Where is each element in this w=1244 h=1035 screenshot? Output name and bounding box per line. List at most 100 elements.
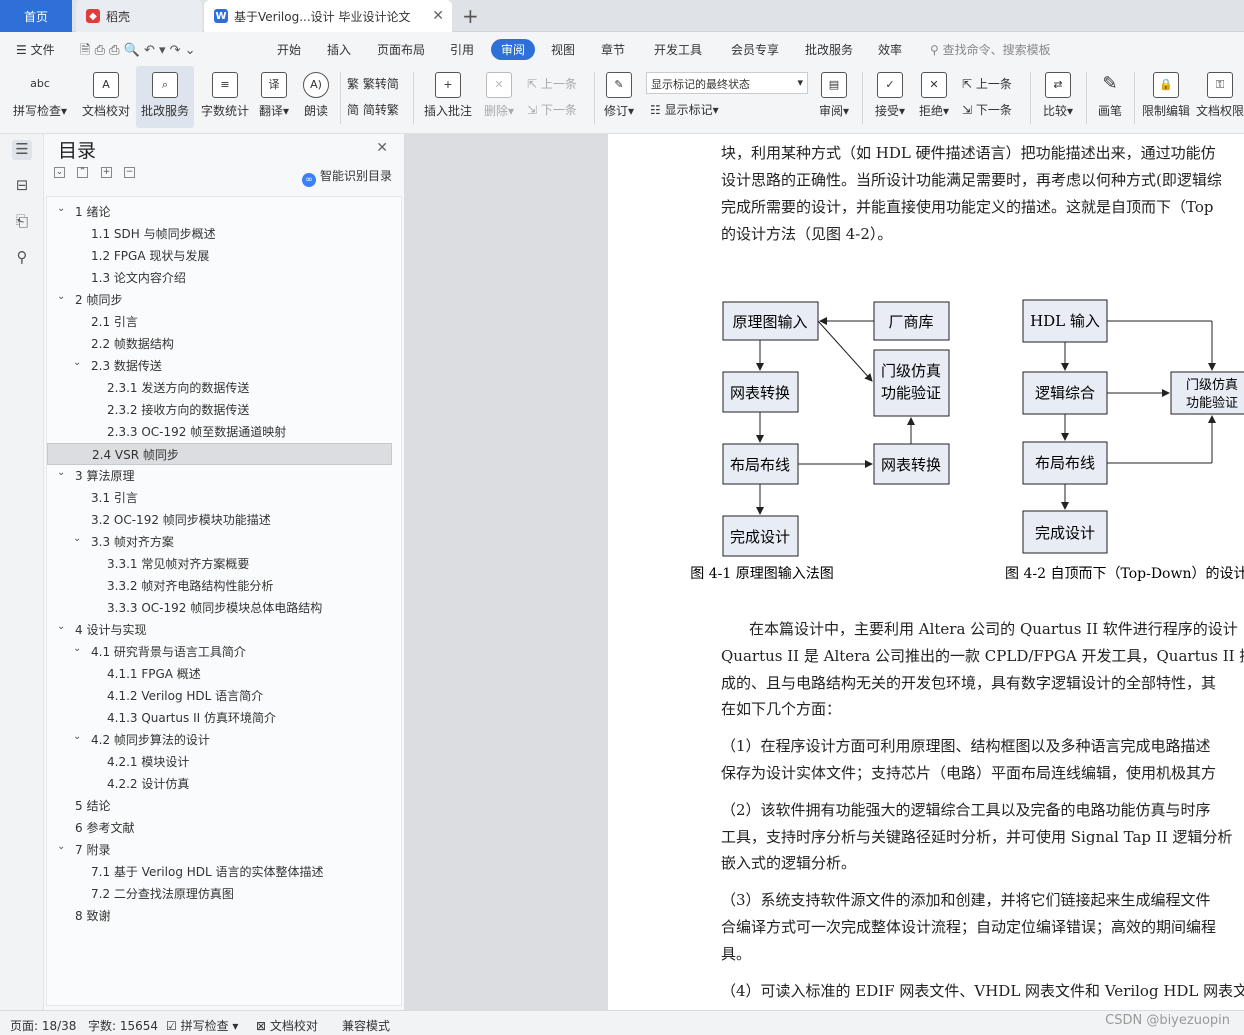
menu-vip[interactable]: 会员专享 — [731, 41, 779, 58]
add-heading-icon[interactable]: + — [101, 167, 112, 178]
chevron-down-icon[interactable]: ⌄ — [73, 352, 87, 374]
expand-all-icon[interactable]: ⌃ — [77, 167, 88, 178]
status-doc-proof[interactable]: ⊠ 文档校对 — [256, 1017, 318, 1034]
simp-to-trad-button[interactable]: 简 简转繁 — [347, 101, 399, 118]
menu-insert[interactable]: 插入 — [327, 41, 351, 58]
insert-comment-button[interactable]: + 插入批注 — [420, 66, 476, 128]
chevron-down-icon[interactable]: ⌄ — [73, 726, 87, 748]
close-tab-icon[interactable]: ✕ — [432, 8, 444, 24]
toc-item[interactable]: 4.1.1 FPGA 概述 — [47, 663, 392, 685]
toc-item[interactable]: 3.3.1 常见帧对齐方案概要 — [47, 553, 392, 575]
revise-button[interactable]: ✎ 修订▾ — [600, 66, 638, 128]
doc-rights-button[interactable]: ⚿ 文档权限 — [1196, 66, 1244, 128]
toc-item[interactable]: 3.3.3 OC-192 帧同步模块总体电路结构 — [47, 597, 392, 619]
trad-to-simp-button[interactable]: 繁 繁转简 — [347, 75, 399, 92]
status-spell-check[interactable]: ☑ 拼写检查 ▾ — [166, 1017, 238, 1034]
close-icon[interactable]: ✕ — [376, 140, 388, 156]
spell-check-button[interactable]: abc 拼写检查▾ — [8, 66, 72, 128]
toc-item[interactable]: ⌄ 2.3 数据传送 — [47, 355, 392, 377]
toc-item[interactable]: ⌄ 2 帧同步 — [47, 289, 392, 311]
batch-service-button[interactable]: ⌕ 批改服务 — [136, 66, 194, 128]
read-aloud-button[interactable]: A) 朗读 — [298, 66, 334, 128]
word-count-indicator[interactable]: 字数: 15654 — [88, 1017, 158, 1034]
compare-button[interactable]: ⇄ 比较▾ — [1038, 66, 1078, 128]
chevron-down-icon[interactable]: ⌄ — [57, 616, 71, 638]
prev-change-button[interactable]: ⇱ 上一条 — [962, 75, 1012, 92]
page-indicator[interactable]: 页面: 18/38 — [10, 1017, 76, 1034]
toc-item[interactable]: ⌄ 4 设计与实现 — [47, 619, 392, 641]
toc-item[interactable]: 4.2.2 设计仿真 — [47, 773, 392, 795]
menu-chapter[interactable]: 章节 — [601, 41, 625, 58]
smart-toc-button[interactable]: ∞ 智能识别目录 — [302, 167, 392, 187]
new-tab-icon[interactable]: + — [462, 4, 479, 28]
toc-item[interactable]: 5 结论 — [47, 795, 392, 817]
chevron-down-icon[interactable]: ⌄ — [73, 528, 87, 550]
chevron-down-icon[interactable]: ⌄ — [73, 638, 87, 660]
show-marks-button[interactable]: ☷ 显示标记▾ — [650, 101, 719, 118]
toc-item[interactable]: 2.3.2 接收方向的数据传送 — [47, 399, 392, 421]
toc-item[interactable]: 8 致谢 — [47, 905, 392, 927]
restrict-edit-button[interactable]: 🔒 限制编辑 — [1140, 66, 1192, 128]
toc-item[interactable]: 1.3 论文内容介绍 — [47, 267, 392, 289]
delete-comment-button[interactable]: ✕ 删除▾ — [480, 66, 518, 128]
toc-item[interactable]: 2.3.1 发送方向的数据传送 — [47, 377, 392, 399]
navigation-tree-icon[interactable]: ⊟ — [12, 176, 32, 196]
reject-button[interactable]: ✕ 拒绝▾ — [914, 66, 954, 128]
menu-reference[interactable]: 引用 — [450, 41, 474, 58]
toc-panel-icon[interactable]: ☰ — [12, 140, 32, 160]
toc-item[interactable]: 6 参考文献 — [47, 817, 392, 839]
review-pane-button[interactable]: ▤ 审阅▾ — [814, 66, 854, 128]
menu-devtools[interactable]: 开发工具 — [654, 41, 702, 58]
menu-efficiency[interactable]: 效率 — [878, 41, 902, 58]
next-comment-button[interactable]: ⇲ 下一条 — [527, 101, 577, 118]
toc-item[interactable]: 2.3.3 OC-192 帧至数据通道映射 — [47, 421, 392, 443]
toc-item[interactable]: ⌄ 4.1 研究背景与语言工具简介 — [47, 641, 392, 663]
toc-item[interactable]: 7.2 二分查找法原理仿真图 — [47, 883, 392, 905]
tab-document[interactable]: W 基于Verilog...设计 毕业设计论文 ✕ — [204, 0, 452, 32]
toc-item[interactable]: 3.2 OC-192 帧同步模块功能描述 — [47, 509, 392, 531]
accept-button[interactable]: ✓ 接受▾ — [870, 66, 910, 128]
toc-item[interactable]: 3.1 引言 — [47, 487, 392, 509]
chevron-down-icon[interactable]: ⌄ — [57, 836, 71, 858]
toc-item[interactable]: 2.1 引言 — [47, 311, 392, 333]
tab-home[interactable]: 首页 — [0, 0, 72, 32]
toc-item[interactable]: 7.1 基于 Verilog HDL 语言的实体整体描述 — [47, 861, 392, 883]
menu-view[interactable]: 视图 — [551, 41, 575, 58]
toc-item[interactable]: ⌄ 7 附录 — [47, 839, 392, 861]
translate-button[interactable]: 译翻译▾ — [256, 66, 292, 128]
document-page[interactable]: 块，利用某种方式（如 HDL 硬件描述语言）把功能描述出来，通过功能仿 设计思路… — [608, 134, 1244, 1010]
word-count-button[interactable]: ≡ 字数统计 — [198, 66, 252, 128]
menu-page-layout[interactable]: 页面布局 — [377, 41, 425, 58]
command-search[interactable]: ⚲ 查找命令、搜索模板 — [930, 41, 1051, 58]
search-icon[interactable]: ⚲ — [12, 248, 32, 268]
toc-item[interactable]: 4.1.2 Verilog HDL 语言简介 — [47, 685, 392, 707]
remove-heading-icon[interactable]: − — [124, 167, 135, 178]
pen-button[interactable]: ✎ 画笔 — [1092, 66, 1128, 128]
collapse-all-icon[interactable]: ⌄ — [54, 167, 65, 178]
prev-comment-button[interactable]: ⇱ 上一条 — [527, 75, 577, 92]
toc-item[interactable]: ⌄ 3.3 帧对齐方案 — [47, 531, 392, 553]
chevron-down-icon[interactable]: ⌄ — [57, 286, 71, 308]
toc-item[interactable]: 2.2 帧数据结构 — [47, 333, 392, 355]
chevron-down-icon[interactable]: ⌄ — [57, 198, 71, 220]
toc-item[interactable]: 1.2 FPGA 现状与发展 — [47, 245, 392, 267]
toc-item[interactable]: 4.1.3 Quartus II 仿真环境简介 — [47, 707, 392, 729]
toc-item[interactable]: ⌄ 1 绪论 — [47, 201, 392, 223]
menu-start[interactable]: 开始 — [277, 41, 301, 58]
next-change-button[interactable]: ⇲ 下一条 — [962, 101, 1012, 118]
toc-item[interactable]: 1.1 SDH 与帧同步概述 — [47, 223, 392, 245]
menu-batch-service[interactable]: 批改服务 — [805, 41, 853, 58]
bookmark-icon[interactable]: ⎗ — [12, 212, 32, 232]
toc-item[interactable]: ⌄ 4.2 帧同步算法的设计 — [47, 729, 392, 751]
toc-item[interactable]: ⌄ 3 算法原理 — [47, 465, 392, 487]
toc-item[interactable]: 2.4 VSR 帧同步 — [47, 443, 392, 465]
toc-item[interactable]: 3.3.2 帧对齐电路结构性能分析 — [47, 575, 392, 597]
markup-state-select[interactable]: 显示标记的最终状态 ▾ — [646, 72, 808, 94]
menu-file[interactable]: ☰ 文件 — [16, 41, 55, 58]
doc-proof-button[interactable]: A 文档校对 — [78, 66, 134, 128]
chevron-down-icon[interactable]: ⌄ — [57, 462, 71, 484]
quick-access-icons[interactable]: 🗎 ⎙ ⎙ 🔍 ↶ ▾ ↷ ⌄ — [80, 41, 196, 63]
tab-daoke[interactable]: ◆ 稻壳 — [76, 0, 202, 32]
menu-review[interactable]: 审阅 — [491, 39, 536, 60]
toc-item[interactable]: 4.2.1 模块设计 — [47, 751, 392, 773]
